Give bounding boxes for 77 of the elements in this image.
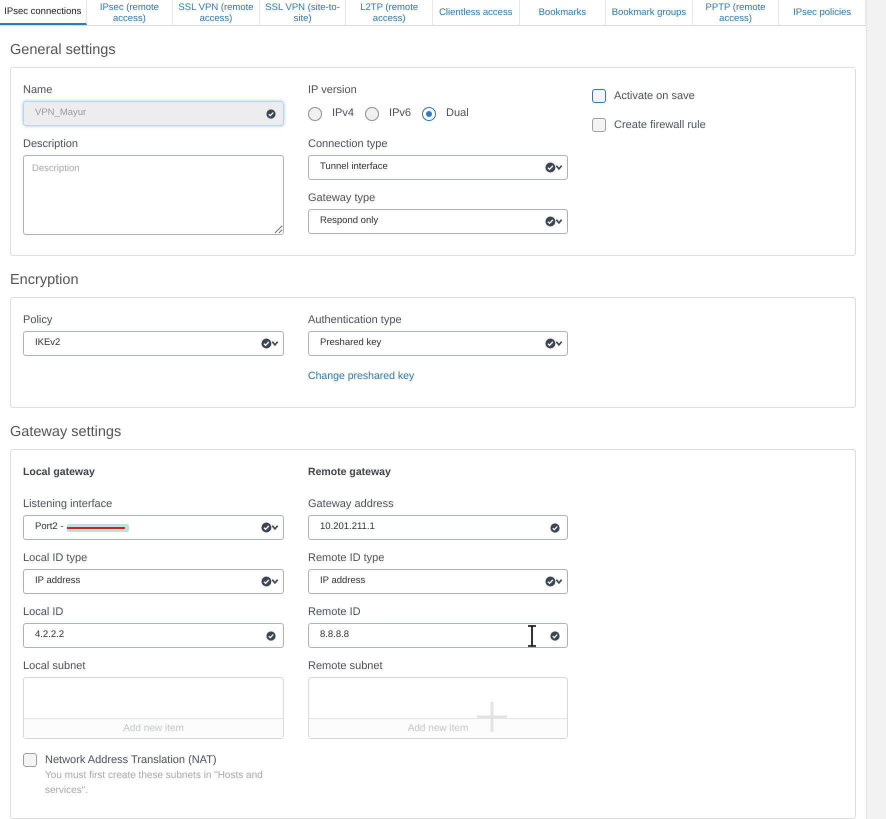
input-value: 8.8.8.8 xyxy=(320,628,350,642)
dropdown[interactable]: IP address xyxy=(23,569,284,594)
radio-button[interactable] xyxy=(422,106,436,120)
radio-button[interactable] xyxy=(308,106,322,120)
section-heading: Gateway settings xyxy=(9,423,122,442)
scrollbar[interactable] xyxy=(866,0,886,819)
radio-label: IPv6 xyxy=(389,106,412,122)
dropdown-value: Respond only xyxy=(320,214,378,228)
field-label: Authentication type xyxy=(308,314,403,327)
check-circle-icon xyxy=(550,630,560,640)
check-chevron-icon xyxy=(261,338,279,349)
radio-label: Dual xyxy=(446,106,469,122)
tab[interactable]: PPTP (remote access) xyxy=(692,0,780,25)
checkbox[interactable] xyxy=(592,118,606,132)
input-value: 10.201.211.1 xyxy=(320,520,375,534)
tab[interactable]: IPsec (remote access) xyxy=(86,0,174,25)
input-value: 4.2.2.2 xyxy=(35,628,64,642)
field-label: Remote ID xyxy=(308,606,362,619)
tab[interactable]: IPsec connections xyxy=(0,0,87,25)
field-label: Local ID xyxy=(23,606,64,619)
field-label: Name xyxy=(23,84,54,97)
dropdown-value: IP address xyxy=(320,574,366,588)
description-field[interactable]: Description xyxy=(23,155,284,235)
checkbox[interactable] xyxy=(592,89,606,104)
field-label: Listening interface xyxy=(23,498,114,511)
radio-label: IPv4 xyxy=(332,106,354,122)
field-label: IP version xyxy=(308,84,358,97)
dropdown-value: Preshared key xyxy=(320,336,382,350)
field-label: Connection type xyxy=(308,138,388,151)
checkbox-label: Create firewall rule xyxy=(614,118,706,132)
dropdown[interactable]: Tunnel interface xyxy=(308,155,568,180)
field-label: Policy xyxy=(23,314,54,327)
check-chevron-icon xyxy=(545,216,563,227)
column-heading: Remote gateway xyxy=(308,465,392,480)
tab[interactable]: Bookmark groups xyxy=(606,0,693,25)
field-label: Gateway type xyxy=(308,192,376,205)
hint-text: You must first create these subnets in "Hosts and services". xyxy=(45,769,264,798)
check-chevron-icon xyxy=(545,162,563,173)
section-heading: General settings xyxy=(9,41,117,60)
dropdown[interactable]: Port2 - xyxy=(23,515,284,540)
column-heading: Local gateway xyxy=(23,465,96,480)
field-label: Local subnet xyxy=(23,660,86,673)
dropdown-value: Port2 - xyxy=(35,520,64,534)
dropdown[interactable]: IKEv2 xyxy=(23,331,284,356)
dropdown-value: IP address xyxy=(35,574,80,588)
check-chevron-icon xyxy=(545,576,563,587)
dropdown-value: IKEv2 xyxy=(35,336,60,350)
dropdown[interactable]: Respond only xyxy=(308,209,568,234)
change-key-link[interactable]: Change preshared key xyxy=(308,370,414,382)
radio-button[interactable] xyxy=(365,106,380,120)
tab[interactable]: SSL VPN (remote access) xyxy=(173,0,260,25)
field-label: Local ID type xyxy=(23,552,88,565)
field-label: Gateway address xyxy=(308,498,395,511)
tab[interactable]: Bookmarks xyxy=(520,0,606,25)
checkbox-label: Activate on save xyxy=(614,89,695,104)
check-circle-icon xyxy=(550,522,560,532)
checkbox[interactable] xyxy=(23,753,37,767)
tab[interactable]: Clientless access xyxy=(432,0,520,25)
section-heading: Encryption xyxy=(9,271,80,290)
check-chevron-icon xyxy=(261,522,279,533)
tab[interactable]: SSL VPN (site-to-site) xyxy=(260,0,346,25)
check-chevron-icon xyxy=(261,576,279,587)
input-value: VPN_Mayur xyxy=(35,106,88,120)
check-circle-icon xyxy=(266,108,276,118)
field-label: Description xyxy=(23,138,80,151)
dropdown-value: Tunnel interface xyxy=(320,160,388,174)
input-field[interactable]: 8.8.8.8 xyxy=(308,623,568,648)
dropdown[interactable]: IP address xyxy=(308,569,568,594)
check-circle-icon xyxy=(266,630,276,640)
checkbox-label: Network Address Translation (NAT) xyxy=(45,753,218,768)
input-field[interactable]: 4.2.2.2 xyxy=(23,623,284,648)
check-chevron-icon xyxy=(545,338,563,349)
input-field[interactable]: 10.201.211.1 xyxy=(308,515,568,540)
dropdown[interactable]: Preshared key xyxy=(308,331,568,356)
field-label: Remote ID type xyxy=(308,552,386,565)
tab[interactable]: L2TP (remote access) xyxy=(346,0,433,25)
field-label: Remote subnet xyxy=(308,660,384,673)
